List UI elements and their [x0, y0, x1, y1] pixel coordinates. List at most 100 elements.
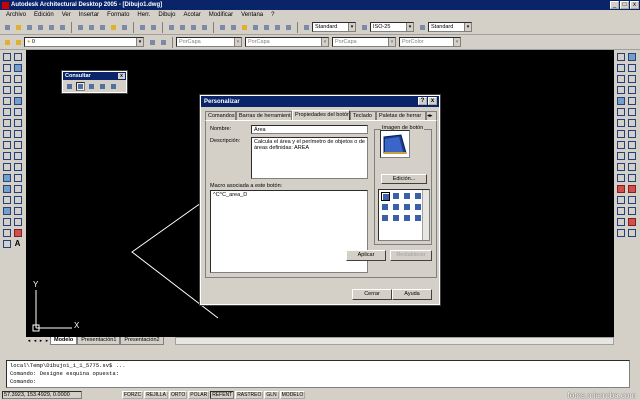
view-icon[interactable] — [616, 206, 625, 215]
new-file-icon[interactable] — [2, 22, 12, 32]
design-center-icon[interactable] — [228, 22, 238, 32]
layer-key-icon[interactable] — [616, 228, 625, 237]
properties-icon[interactable] — [217, 22, 227, 32]
button-image-option-icon[interactable] — [392, 214, 401, 223]
make-layer-current-icon[interactable] — [147, 37, 157, 47]
window-icon[interactable] — [616, 107, 625, 116]
ellipse-icon[interactable] — [2, 151, 11, 160]
model-toggle[interactable]: MODELO — [279, 391, 306, 399]
railing-icon[interactable] — [627, 118, 636, 127]
rectangle-icon[interactable] — [2, 96, 11, 105]
match-properties-icon[interactable] — [108, 22, 118, 32]
polyline-icon[interactable] — [2, 74, 11, 83]
menu-modificar[interactable]: Modificar — [205, 12, 237, 18]
close-dialog-button[interactable]: Cerrar — [352, 289, 392, 300]
elevation-icon[interactable] — [627, 162, 636, 171]
paste-icon[interactable] — [97, 22, 107, 32]
snap-tangent-icon[interactable] — [616, 85, 625, 94]
dim-style-combo[interactable]: ISO-25 ▾ — [370, 22, 414, 32]
quickcalc-icon[interactable] — [272, 22, 282, 32]
redo-icon[interactable] — [148, 22, 158, 32]
menu-herramientas[interactable]: Herr. — [133, 12, 154, 18]
publish-icon[interactable] — [57, 22, 67, 32]
menu-edicion[interactable]: Edición — [30, 12, 58, 18]
snap-midpoint-icon[interactable] — [616, 63, 625, 72]
tab-paletas[interactable]: Paletas de herrar — [376, 111, 426, 120]
menu-dibujo[interactable]: Dibujo — [154, 12, 179, 18]
break-at-point-icon[interactable] — [13, 173, 22, 182]
offset-icon[interactable] — [13, 85, 22, 94]
menu-acotar[interactable]: Acotar — [179, 12, 204, 18]
help-dialog-button[interactable]: Ayuda — [392, 289, 432, 300]
markup-icon[interactable] — [261, 22, 271, 32]
name-field[interactable]: Área — [251, 125, 368, 134]
lineweight-toggle[interactable]: GLN — [264, 391, 279, 399]
table-style-combo[interactable]: Standard ▾ — [428, 22, 472, 32]
ucs-icon[interactable] — [616, 217, 625, 226]
construction-line-icon[interactable] — [2, 63, 11, 72]
snap-intersection-icon[interactable] — [627, 63, 636, 72]
snap-toggle[interactable]: FORZC — [122, 391, 144, 399]
snap-quadrant-icon[interactable] — [627, 74, 636, 83]
visual-style-icon[interactable] — [616, 195, 625, 204]
space-icon[interactable] — [616, 140, 625, 149]
area-icon[interactable] — [76, 82, 85, 91]
pan-icon[interactable] — [166, 22, 176, 32]
button-image-option-icon[interactable] — [381, 203, 390, 212]
menu-ayuda[interactable]: ? — [267, 12, 278, 18]
macro-field[interactable]: ^C^C_area_D — [210, 190, 368, 273]
tab-presentacion1[interactable]: Presentación1 — [77, 337, 121, 345]
minimize-button[interactable]: _ — [610, 1, 619, 9]
area-icon[interactable] — [381, 192, 390, 201]
consultar-title-bar[interactable]: Consultar x — [63, 72, 126, 80]
snap-endpoint-icon[interactable] — [616, 52, 625, 61]
command-history[interactable]: local\Temp\Dibujo1_1_1_5775.sv$ ... Coma… — [6, 360, 630, 388]
object-snap-icon[interactable] — [627, 52, 636, 61]
mirror-icon[interactable] — [13, 74, 22, 83]
snap-center-icon[interactable] — [616, 74, 625, 83]
block-editor-icon[interactable] — [119, 22, 129, 32]
trim-icon[interactable] — [13, 151, 22, 160]
join-icon[interactable] — [13, 195, 22, 204]
description-field[interactable]: Calcula el área y el perímetro de objeto… — [251, 137, 368, 179]
stretch-icon[interactable] — [13, 140, 22, 149]
autocad-app-icon[interactable] — [2, 1, 9, 9]
wall-icon[interactable] — [616, 96, 625, 105]
gradient-icon[interactable] — [2, 217, 11, 226]
move-icon[interactable] — [13, 107, 22, 116]
layer-combo[interactable]: ● 0 ▾ — [24, 37, 144, 47]
erase-icon[interactable] — [13, 52, 22, 61]
button-image-option-icon[interactable] — [381, 214, 390, 223]
horizontal-scrollbar[interactable] — [175, 337, 614, 345]
text-style-combo[interactable]: Standard ▾ — [312, 22, 356, 32]
button-image-option-icon[interactable] — [403, 192, 412, 201]
tab-propiedades-boton[interactable]: Propiedades del botón — [292, 110, 350, 120]
zoom-window-icon[interactable] — [188, 22, 198, 32]
slab-icon[interactable] — [627, 129, 636, 138]
lineweight-combo[interactable]: PorCapa ▾ — [332, 37, 396, 47]
structural-member-icon[interactable] — [627, 151, 636, 160]
consultar-toolbar[interactable]: Consultar x — [61, 70, 128, 94]
button-image-option-icon[interactable] — [403, 214, 412, 223]
spline-icon[interactable] — [2, 140, 11, 149]
materials-icon[interactable] — [627, 184, 636, 193]
multiline-text-icon[interactable]: A — [13, 239, 22, 248]
curtain-wall-icon[interactable] — [616, 151, 625, 160]
opening-icon[interactable] — [627, 107, 636, 116]
orbit-icon[interactable] — [627, 195, 636, 204]
button-image-scrollbar[interactable] — [422, 190, 429, 240]
polygon-icon[interactable] — [2, 85, 11, 94]
close-window-button[interactable]: x — [630, 1, 639, 9]
line-icon[interactable] — [2, 52, 11, 61]
menu-ver[interactable]: Ver — [58, 12, 75, 18]
color-combo[interactable]: PorCapa ▾ — [176, 37, 242, 47]
mass-properties-icon[interactable] — [87, 82, 96, 91]
render-icon[interactable] — [616, 184, 625, 193]
copy-icon[interactable] — [86, 22, 96, 32]
dialog-help-button[interactable]: ? — [418, 97, 427, 105]
consultar-close-button[interactable]: x — [118, 73, 125, 79]
otrack-toggle[interactable]: RASTREO — [235, 391, 264, 399]
grid-toggle[interactable]: REJILLA — [144, 391, 168, 399]
tab-comandos[interactable]: Comandos — [205, 111, 236, 120]
region-icon[interactable] — [2, 228, 11, 237]
